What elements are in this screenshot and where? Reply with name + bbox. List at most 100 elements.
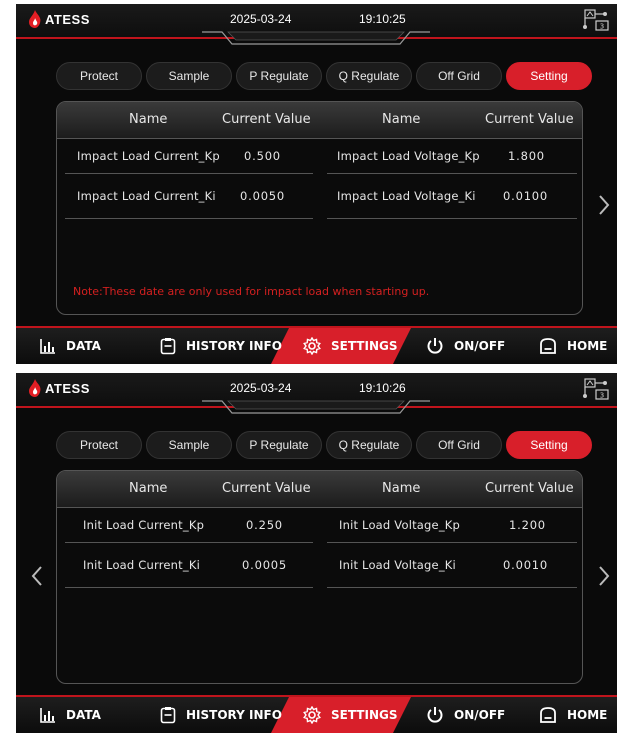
bar-chart-icon <box>40 339 55 354</box>
tab-protect[interactable]: Protect <box>56 62 142 90</box>
brand-logo: ATESS <box>28 379 90 397</box>
nav-label: DATA <box>66 339 101 353</box>
row-divider <box>327 173 577 174</box>
tab-q-regulate[interactable]: Q Regulate <box>326 62 412 90</box>
param-name: Init Load Voltage_Kp <box>339 518 461 532</box>
tab-off-grid[interactable]: Off Grid <box>416 62 502 90</box>
flame-logo-icon <box>29 379 41 397</box>
nav-history-info[interactable]: HISTORY INFO <box>160 697 282 733</box>
nav-data[interactable]: DATA <box>40 697 101 733</box>
nav-on-off[interactable]: ON/OFF <box>426 328 505 364</box>
header-value-right: Current Value <box>485 112 574 127</box>
row-divider <box>327 587 577 588</box>
home-icon <box>540 707 556 723</box>
nav-home[interactable]: HOME <box>539 697 607 733</box>
next-page-arrow-icon[interactable] <box>597 565 611 587</box>
tab-off-grid[interactable]: Off Grid <box>416 431 502 459</box>
tab-setting[interactable]: Setting <box>506 431 592 459</box>
header-date: 2025-03-24 <box>230 381 292 395</box>
header-time: 19:10:26 <box>359 381 406 395</box>
param-name: Impact Load Voltage_Ki <box>337 189 476 203</box>
param-value-input[interactable]: 0.250 <box>246 518 283 532</box>
nav-label: SETTINGS <box>331 339 398 353</box>
row-divider <box>65 542 313 543</box>
param-name: Init Load Current_Ki <box>83 558 200 572</box>
header-time: 19:10:25 <box>359 12 406 26</box>
param-name: Impact Load Current_Kp <box>77 149 220 163</box>
header-value-left: Current Value <box>222 481 311 496</box>
nav-settings[interactable]: SETTINGS <box>303 697 398 733</box>
settings-screen-2: ATESS 2025-03-24 19:10:26 3 Protect Samp… <box>16 373 617 733</box>
nav-label: HISTORY INFO <box>186 339 282 353</box>
tab-sample[interactable]: Sample <box>146 62 232 90</box>
comm-badge: 3 <box>600 392 604 400</box>
power-icon <box>427 338 443 354</box>
header-value-left: Current Value <box>222 112 311 127</box>
bottom-nav: DATA HISTORY INFO SETTINGS ON/OFF HOME <box>16 326 617 364</box>
param-name: Impact Load Voltage_Kp <box>337 149 480 163</box>
param-value-input[interactable]: 1.200 <box>509 518 546 532</box>
table-header: Name Current Value Name Current Value <box>57 471 582 508</box>
param-value-input[interactable]: 0.0005 <box>242 558 287 572</box>
header-tray-decoration <box>202 31 430 45</box>
tab-setting[interactable]: Setting <box>506 62 592 90</box>
nav-label: DATA <box>66 708 101 722</box>
communication-icon[interactable]: 3 <box>582 9 610 31</box>
nav-on-off[interactable]: ON/OFF <box>426 697 505 733</box>
row-divider <box>327 218 577 219</box>
table-header: Name Current Value Name Current Value <box>57 102 582 139</box>
row-divider <box>65 173 313 174</box>
tab-q-regulate[interactable]: Q Regulate <box>326 431 412 459</box>
communication-icon[interactable]: 3 <box>582 378 610 400</box>
header-name-right: Name <box>382 112 421 127</box>
flame-logo-icon <box>29 10 41 28</box>
param-name: Init Load Current_Kp <box>83 518 205 532</box>
param-value-input[interactable]: 0.500 <box>244 149 281 163</box>
settings-table: Name Current Value Name Current Value In… <box>56 470 583 684</box>
nav-label: ON/OFF <box>454 339 506 353</box>
nav-data[interactable]: DATA <box>40 328 101 364</box>
previous-page-arrow-icon[interactable] <box>30 565 44 587</box>
nav-label: HOME <box>567 708 608 722</box>
note-text: Note:These date are only used for impact… <box>73 285 430 298</box>
next-page-arrow-icon[interactable] <box>597 194 611 216</box>
clipboard-icon <box>160 338 176 355</box>
param-value-input[interactable]: 1.800 <box>508 149 545 163</box>
row-divider <box>65 587 313 588</box>
home-icon <box>540 338 556 354</box>
row-divider <box>65 218 313 219</box>
nav-label: HISTORY INFO <box>186 708 282 722</box>
settings-table: Name Current Value Name Current Value Im… <box>56 101 583 315</box>
nav-label: SETTINGS <box>331 708 398 722</box>
row-divider <box>327 542 577 543</box>
bottom-nav: DATA HISTORY INFO SETTINGS ON/OFF HOME <box>16 695 617 733</box>
header-date: 2025-03-24 <box>230 12 292 26</box>
nav-label: HOME <box>567 339 608 353</box>
param-value-input[interactable]: 0.0050 <box>240 189 285 203</box>
param-value-input[interactable]: 0.0010 <box>503 558 548 572</box>
tab-protect[interactable]: Protect <box>56 431 142 459</box>
header-value-right: Current Value <box>485 481 574 496</box>
param-name: Init Load Voltage_Ki <box>339 558 456 572</box>
nav-home[interactable]: HOME <box>539 328 607 364</box>
tab-p-regulate[interactable]: P Regulate <box>236 431 322 459</box>
header-name-right: Name <box>382 481 421 496</box>
power-icon <box>427 707 443 723</box>
clipboard-icon <box>160 707 176 724</box>
comm-badge: 3 <box>600 23 604 31</box>
header-name-left: Name <box>129 112 168 127</box>
header-tray-decoration <box>202 400 430 414</box>
param-value-input[interactable]: 0.0100 <box>503 189 548 203</box>
gear-icon <box>303 706 321 724</box>
settings-screen-1: ATESS 2025-03-24 19:10:25 3 Protect Samp… <box>16 4 617 364</box>
brand-name: ATESS <box>45 11 90 27</box>
header-name-left: Name <box>129 481 168 496</box>
nav-label: ON/OFF <box>454 708 506 722</box>
tab-p-regulate[interactable]: P Regulate <box>236 62 322 90</box>
gear-icon <box>303 337 321 355</box>
nav-history-info[interactable]: HISTORY INFO <box>160 328 282 364</box>
param-name: Impact Load Current_Ki <box>77 189 216 203</box>
tab-sample[interactable]: Sample <box>146 431 232 459</box>
brand-name: ATESS <box>45 380 90 396</box>
nav-settings[interactable]: SETTINGS <box>303 328 398 364</box>
